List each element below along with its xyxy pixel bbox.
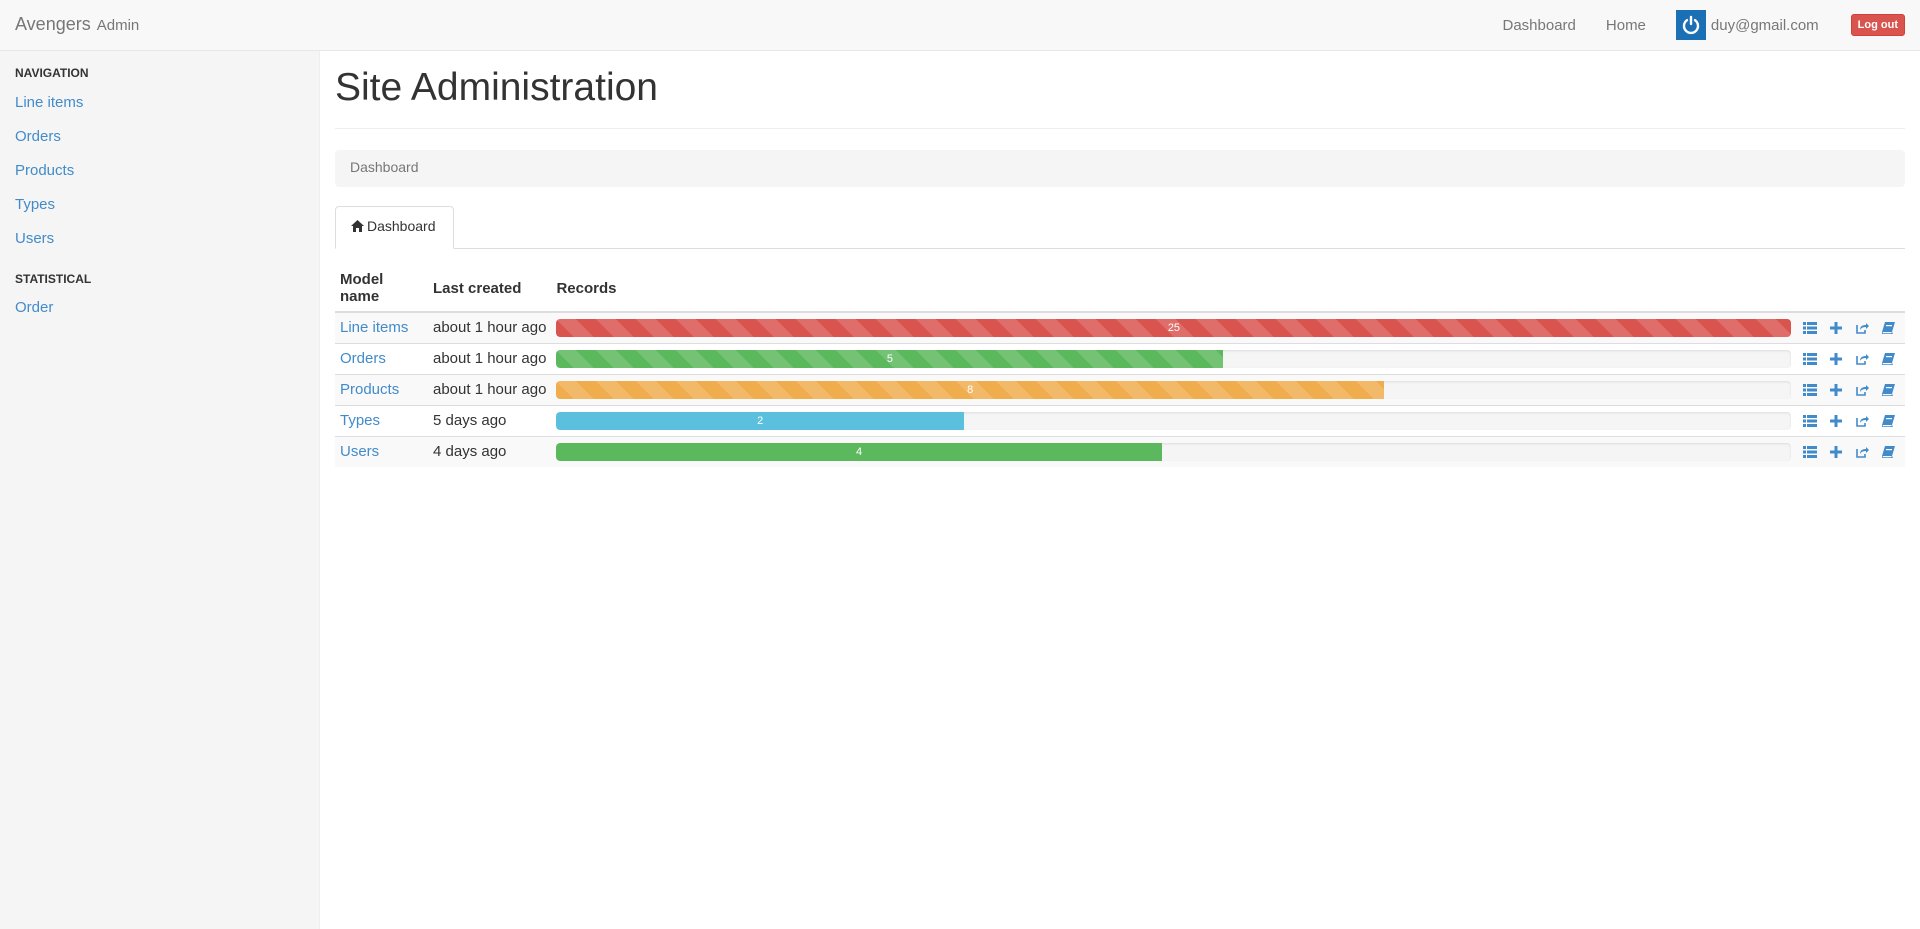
list-icon[interactable] — [1802, 320, 1818, 336]
home-icon — [351, 219, 364, 235]
records-bar: 4 — [556, 442, 1162, 461]
records-progress: 4 — [556, 442, 1792, 461]
cell-records: 2 — [551, 404, 1797, 436]
tab-bar: Dashboard — [335, 206, 1905, 249]
brand-link[interactable]: Avengers Admin — [15, 14, 139, 35]
header-records: Records — [551, 265, 1797, 313]
cell-last-created: about 1 hour ago — [428, 342, 552, 374]
cell-model-name: Users — [335, 435, 428, 467]
header-model-name: Model name — [335, 265, 428, 313]
plus-icon[interactable] — [1828, 382, 1844, 398]
cell-model-name: Orders — [335, 342, 428, 374]
list-icon[interactable] — [1802, 413, 1818, 429]
cell-actions — [1796, 342, 1905, 374]
nav-dashboard-link[interactable]: Dashboard — [1503, 17, 1576, 34]
sidebar-item-products[interactable]: Products — [15, 162, 74, 179]
user-email: duy@gmail.com — [1710, 16, 1819, 34]
records-bar: 8 — [556, 380, 1384, 399]
plus-icon[interactable] — [1828, 320, 1844, 336]
tab-dashboard-label: Dashboard — [367, 218, 436, 234]
book-icon[interactable] — [1880, 351, 1896, 367]
table-row: Types 5 days ago 2 — [335, 404, 1905, 436]
user-menu[interactable]: duy@gmail.com — [1675, 10, 1819, 40]
share-icon[interactable] — [1854, 444, 1870, 460]
share-icon[interactable] — [1854, 382, 1870, 398]
models-table: Model name Last created Records Line ite… — [335, 265, 1905, 467]
records-bar: 25 — [556, 318, 1792, 337]
share-icon[interactable] — [1854, 320, 1870, 336]
cell-model-name: Line items — [335, 311, 428, 343]
cell-last-created: about 1 hour ago — [428, 373, 552, 405]
power-icon — [1675, 10, 1706, 40]
brand-name: Avengers — [15, 14, 91, 34]
top-navbar: Avengers Admin Dashboard Home duy@gmail.… — [0, 0, 1920, 51]
share-icon[interactable] — [1854, 351, 1870, 367]
book-icon[interactable] — [1880, 320, 1896, 336]
cell-last-created: 4 days ago — [428, 435, 552, 467]
cell-actions — [1796, 311, 1905, 343]
model-link-users[interactable]: Users — [340, 443, 379, 460]
book-icon[interactable] — [1880, 382, 1896, 398]
records-progress: 8 — [556, 380, 1792, 399]
model-link-line-items[interactable]: Line items — [340, 319, 408, 336]
share-icon[interactable] — [1854, 413, 1870, 429]
title-divider — [335, 128, 1905, 129]
sidebar-item-line-items[interactable]: Line items — [15, 94, 83, 111]
records-progress: 2 — [556, 411, 1792, 430]
cell-actions — [1796, 404, 1905, 436]
list-icon[interactable] — [1802, 382, 1818, 398]
sidebar-item-order-stats[interactable]: Order — [15, 299, 53, 316]
plus-icon[interactable] — [1828, 444, 1844, 460]
navbar-right: Dashboard Home duy@gmail.com Log out — [1503, 0, 1920, 50]
logout-button[interactable]: Log out — [1850, 13, 1905, 37]
cell-records: 4 — [551, 435, 1797, 467]
table-row: Line items about 1 hour ago 25 — [335, 311, 1905, 343]
table-row: Users 4 days ago 4 — [335, 435, 1905, 467]
records-progress: 25 — [556, 318, 1792, 337]
tab-dashboard[interactable]: Dashboard — [335, 206, 454, 249]
book-icon[interactable] — [1880, 413, 1896, 429]
list-icon[interactable] — [1802, 444, 1818, 460]
plus-icon[interactable] — [1828, 351, 1844, 367]
header-actions — [1796, 265, 1905, 313]
header-last-created: Last created — [428, 265, 552, 313]
book-icon[interactable] — [1880, 444, 1896, 460]
cell-last-created: about 1 hour ago — [428, 311, 552, 343]
table-row: Orders about 1 hour ago 5 — [335, 342, 1905, 374]
records-progress: 5 — [556, 349, 1792, 368]
cell-actions — [1796, 435, 1905, 467]
model-link-products[interactable]: Products — [340, 381, 399, 398]
model-link-orders[interactable]: Orders — [340, 350, 386, 367]
plus-icon[interactable] — [1828, 413, 1844, 429]
cell-records: 5 — [551, 342, 1797, 374]
cell-records: 25 — [551, 311, 1797, 343]
records-bar: 2 — [556, 411, 964, 430]
nav-home-link[interactable]: Home — [1606, 17, 1646, 34]
sidebar-header-navigation: NAVIGATION — [15, 66, 89, 80]
sidebar-item-orders[interactable]: Orders — [15, 128, 61, 145]
cell-model-name: Types — [335, 404, 428, 436]
cell-model-name: Products — [335, 373, 428, 405]
sidebar: NAVIGATION Line items Orders Products Ty… — [0, 51, 320, 929]
cell-records: 8 — [551, 373, 1797, 405]
breadcrumb: Dashboard — [335, 150, 1905, 187]
list-icon[interactable] — [1802, 351, 1818, 367]
sidebar-header-statistical: STATISTICAL — [15, 272, 92, 286]
sidebar-item-users[interactable]: Users — [15, 230, 54, 247]
brand-sub: Admin — [96, 17, 140, 34]
records-bar: 5 — [556, 349, 1224, 368]
sidebar-item-types[interactable]: Types — [15, 196, 55, 213]
cell-last-created: 5 days ago — [428, 404, 552, 436]
page-title: Site Administration — [335, 66, 658, 109]
cell-actions — [1796, 373, 1905, 405]
table-row: Products about 1 hour ago 8 — [335, 373, 1905, 405]
breadcrumb-item: Dashboard — [350, 159, 419, 175]
model-link-types[interactable]: Types — [340, 412, 380, 429]
